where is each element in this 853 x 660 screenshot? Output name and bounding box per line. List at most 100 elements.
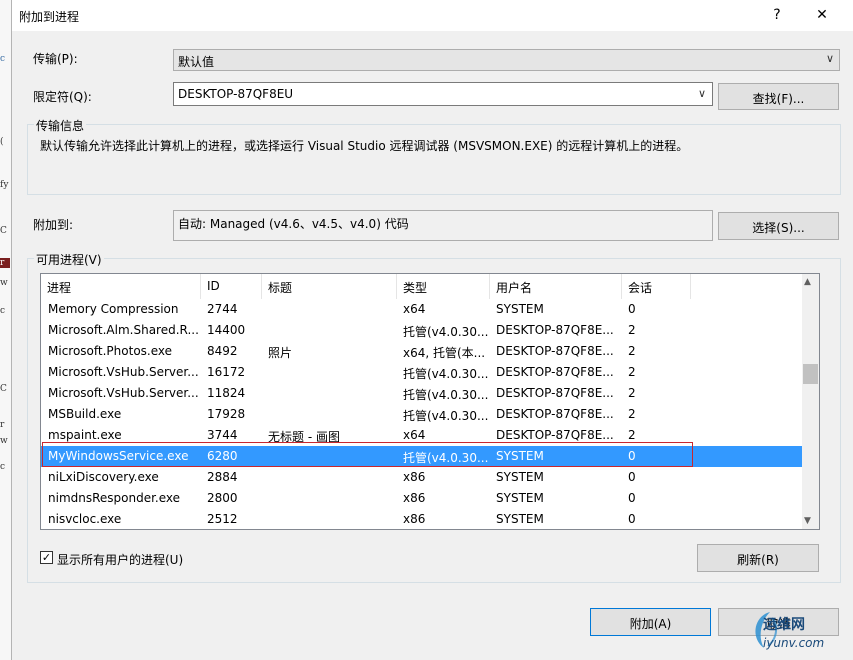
cell-name: MyWindowsService.exe xyxy=(48,449,189,463)
cell-session: 0 xyxy=(628,449,636,463)
table-row[interactable]: Microsoft.VsHub.Server... 16172 托管(v4.0.30… xyxy=(41,362,804,383)
dialog-title: 附加到进程 xyxy=(19,10,80,24)
watermark-url: iyunv.com xyxy=(763,636,825,650)
cell-name: niLxiDiscovery.exe xyxy=(48,470,159,484)
check-icon: ✓ xyxy=(41,551,52,564)
column-header-label: 类型 xyxy=(403,281,428,295)
column-header-label: 标题 xyxy=(268,281,293,295)
table-row[interactable]: Memory Compression 2744 x64 SYSTEM 0 xyxy=(41,299,804,320)
scroll-up-icon[interactable]: ▲ xyxy=(804,277,811,287)
show-all-users-label[interactable]: 显示所有用户的进程(U) xyxy=(57,551,183,568)
chevron-down-icon[interactable]: ∨ xyxy=(698,87,706,100)
cell-type: 托管(v4.0.30... xyxy=(403,451,489,465)
cell-user: DESKTOP-87QF8E... xyxy=(496,344,614,358)
chevron-down-icon: ∨ xyxy=(825,52,834,65)
cell-name: Microsoft.VsHub.Server... xyxy=(48,386,198,400)
title-bar xyxy=(12,0,853,31)
cell-type: x86 xyxy=(403,512,426,526)
transport-value: 默认值 xyxy=(178,55,215,69)
cell-name: nisvcloc.exe xyxy=(48,512,122,526)
table-row[interactable]: MyWindowsService.exe 6280 托管(v4.0.30... SYS… xyxy=(41,446,804,467)
cell-session: 2 xyxy=(628,344,636,358)
table-row[interactable]: Microsoft.VsHub.Server... 11824 托管(v4.0.30… xyxy=(41,383,804,404)
cell-session: 0 xyxy=(628,302,636,316)
refresh-button[interactable]: 刷新(R) xyxy=(697,544,819,572)
cell-type: x86 xyxy=(403,470,426,484)
select-code-type-button[interactable]: 选择(S)... xyxy=(718,212,839,240)
cell-session: 2 xyxy=(628,386,636,400)
column-header-process[interactable]: 进程 xyxy=(41,274,201,299)
close-button[interactable]: ✕ xyxy=(807,4,837,26)
cell-user: SYSTEM xyxy=(496,302,544,316)
cell-session: 2 xyxy=(628,323,636,337)
cell-session: 2 xyxy=(628,407,636,421)
show-all-users-checkbox[interactable]: ✓ xyxy=(40,551,53,564)
vertical-scrollbar[interactable]: ▲ ▼ xyxy=(802,274,819,529)
cell-id: 14400 xyxy=(207,323,246,337)
table-row[interactable]: nimdnsResponder.exe 2800 x86 SYSTEM 0 xyxy=(41,488,804,509)
cell-user: SYSTEM xyxy=(496,491,544,505)
attach-button-label: 附加(A) xyxy=(629,617,672,631)
attach-to-field: 自动: Managed (v4.6、v4.5、v4.0) 代码 xyxy=(173,210,713,241)
scrollbar-thumb[interactable] xyxy=(803,364,818,384)
table-row[interactable]: Microsoft.Photos.exe 8492 照片 x64, 托管(本... DE… xyxy=(41,341,804,362)
column-header-title[interactable]: 标题 xyxy=(262,274,397,299)
column-header-label: 进程 xyxy=(47,281,72,295)
cell-type: 托管(v4.0.30... xyxy=(403,325,489,339)
strip-glyph: c xyxy=(0,306,6,316)
watermark-text: 运维网 xyxy=(763,617,805,633)
cell-session: 2 xyxy=(628,365,636,379)
column-header-id[interactable]: ID xyxy=(201,274,262,299)
help-button[interactable]: ? xyxy=(762,4,792,26)
strip-glyph: r xyxy=(0,258,10,268)
qualifier-combobox[interactable]: DESKTOP-87QF8EU ∨ xyxy=(173,82,713,106)
cell-user: DESKTOP-87QF8E... xyxy=(496,386,614,400)
cell-session: 0 xyxy=(628,491,636,505)
cell-type: 托管(v4.0.30... xyxy=(403,388,489,402)
table-row[interactable]: MSBuild.exe 17928 托管(v4.0.30... DESKTOP-87Q… xyxy=(41,404,804,425)
table-row[interactable]: Microsoft.Alm.Shared.R... 14400 托管(v4.0.30… xyxy=(41,320,804,341)
scroll-down-icon[interactable]: ▼ xyxy=(804,516,811,526)
cell-user: SYSTEM xyxy=(496,512,544,526)
attach-button[interactable]: 附加(A) xyxy=(590,608,711,636)
transport-info-text: 默认传输允许选择此计算机上的进程，或选择运行 Visual Studio 远程调… xyxy=(40,139,689,153)
cell-user: DESKTOP-87QF8E... xyxy=(496,365,614,379)
cell-type: x86 xyxy=(403,491,426,505)
cell-id: 2884 xyxy=(207,470,238,484)
table-row[interactable]: nisvcloc.exe 2512 x86 SYSTEM 0 xyxy=(41,509,804,529)
cell-name: Memory Compression xyxy=(48,302,179,316)
cell-session: 2 xyxy=(628,428,636,442)
cell-user: SYSTEM xyxy=(496,449,544,463)
process-list[interactable]: 进程 ID 标题 类型 用户名 会话 Memory Compression 274… xyxy=(40,273,820,530)
cell-id: 17928 xyxy=(207,407,246,421)
column-header-type[interactable]: 类型 xyxy=(397,274,490,299)
cell-type: 托管(v4.0.30... xyxy=(403,409,489,423)
table-row[interactable]: mspaint.exe 3744 无标题 - 画图 x64 DESKTOP-87QF8E… xyxy=(41,425,804,446)
find-button[interactable]: 查找(F)... xyxy=(718,83,839,110)
attach-to-value: 自动: Managed (v4.6、v4.5、v4.0) 代码 xyxy=(178,217,409,231)
strip-glyph: C xyxy=(0,226,7,236)
cell-session: 0 xyxy=(628,470,636,484)
cell-name: Microsoft.Photos.exe xyxy=(48,344,173,358)
cell-name: MSBuild.exe xyxy=(48,407,122,421)
cell-id: 3744 xyxy=(207,428,238,442)
cell-id: 2744 xyxy=(207,302,238,316)
strip-glyph: fy xyxy=(0,180,9,190)
table-row[interactable]: niLxiDiscovery.exe 2884 x86 SYSTEM 0 xyxy=(41,467,804,488)
cell-user: SYSTEM xyxy=(496,470,544,484)
column-header-session[interactable]: 会话 xyxy=(622,274,691,299)
cell-type: 托管(v4.0.30... xyxy=(403,367,489,381)
cell-name: Microsoft.Alm.Shared.R... xyxy=(48,323,198,337)
cell-id: 11824 xyxy=(207,386,246,400)
strip-glyph: c xyxy=(0,462,6,472)
refresh-button-label: 刷新(R) xyxy=(737,553,779,567)
strip-glyph: c xyxy=(0,54,6,64)
cell-id: 8492 xyxy=(207,344,238,358)
column-header-label: 用户名 xyxy=(496,281,533,295)
strip-glyph: ( xyxy=(0,137,4,147)
find-button-label: 查找(F)... xyxy=(752,92,805,106)
column-header-username[interactable]: 用户名 xyxy=(490,274,622,299)
cell-type: x64 xyxy=(403,428,426,442)
column-header-label: ID xyxy=(207,279,220,293)
transport-dropdown[interactable]: 默认值 ∨ xyxy=(173,49,840,71)
